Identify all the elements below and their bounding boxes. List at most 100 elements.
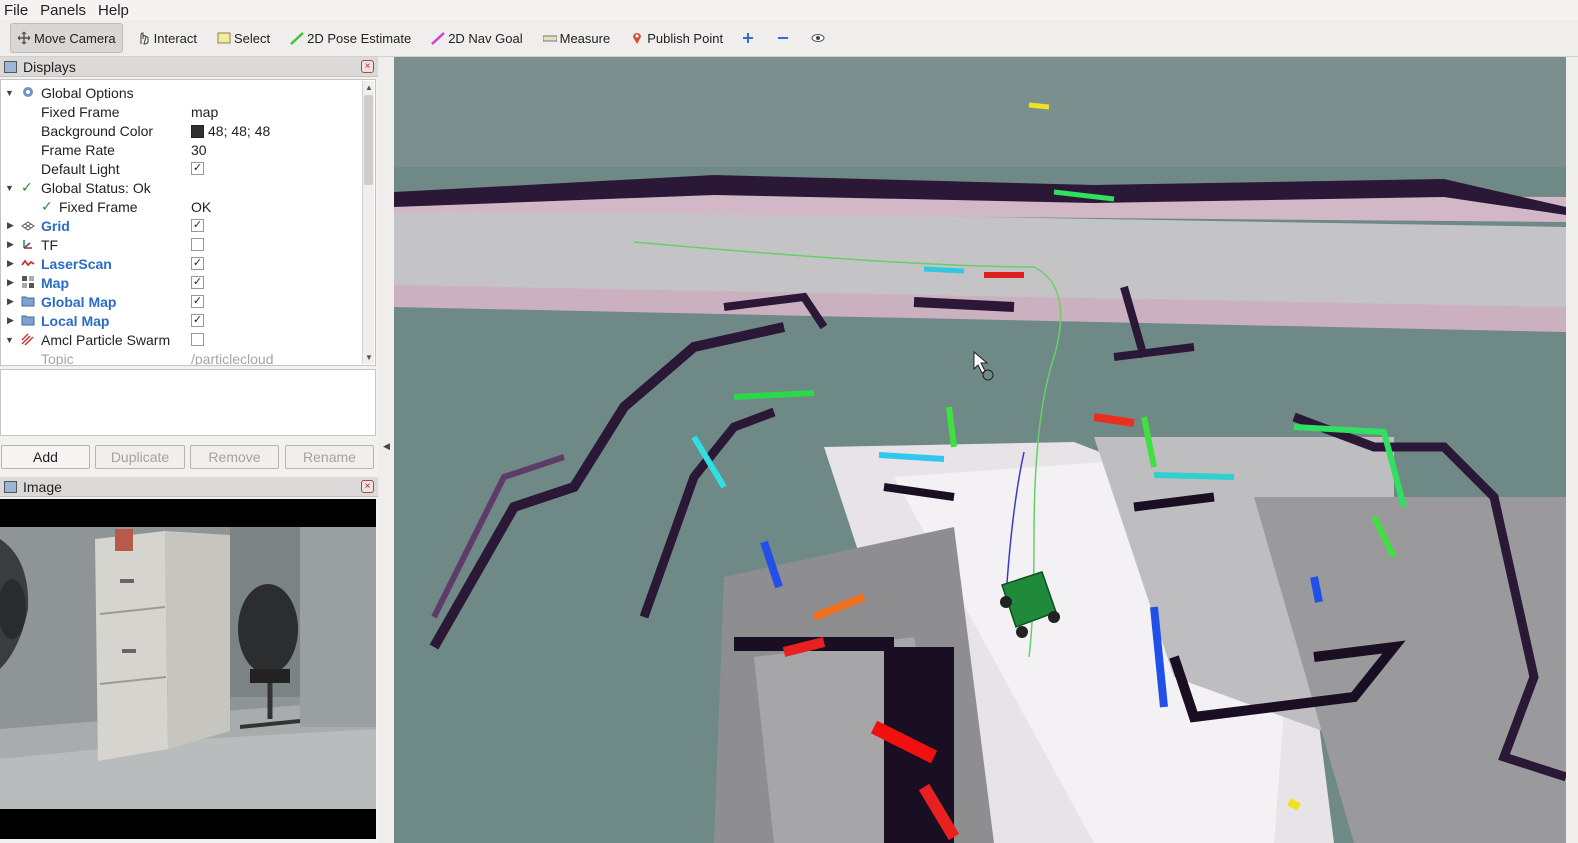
expand-arrow-icon[interactable]: ▼: [5, 183, 15, 193]
background-color-value[interactable]: 48; 48; 48: [191, 123, 270, 139]
gear-icon: [21, 85, 35, 99]
tree-row-topic[interactable]: Topic /particlecloud: [1, 349, 363, 366]
plus-icon: [741, 31, 755, 45]
tree-label: Amcl Particle Swarm: [41, 331, 171, 348]
grid-checkbox[interactable]: ✓: [191, 219, 204, 232]
frame-rate-value[interactable]: 30: [191, 142, 207, 158]
tree-scrollbar[interactable]: ▲ ▼: [362, 81, 374, 364]
close-icon[interactable]: ×: [361, 60, 374, 73]
camera-image: [0, 499, 376, 839]
tree-row-frame-rate[interactable]: Frame Rate 30: [1, 140, 363, 159]
menu-panels[interactable]: Panels: [40, 2, 86, 19]
default-light-checkbox[interactable]: ✓: [191, 162, 204, 175]
amcl-checkbox[interactable]: [191, 333, 204, 346]
fixed-frame-value[interactable]: map: [191, 104, 218, 120]
menu-help[interactable]: Help: [98, 2, 129, 19]
tree-row-amcl-particle-swarm[interactable]: ▼ Amcl Particle Swarm: [1, 330, 363, 349]
tree-row-local-map[interactable]: ▶ Local Map ✓: [1, 311, 363, 330]
image-panel: Image ×: [0, 477, 378, 843]
tree-row-grid[interactable]: ▶ Grid ✓: [1, 216, 363, 235]
select-button[interactable]: Select: [211, 23, 276, 53]
tree-row-global-map[interactable]: ▶ Global Map ✓: [1, 292, 363, 311]
view-tool-button[interactable]: [807, 23, 832, 53]
tree-label: Grid: [41, 217, 70, 234]
collapse-arrow-icon[interactable]: ▶: [7, 239, 17, 250]
tree-row-background-color[interactable]: Background Color 48; 48; 48: [1, 121, 363, 140]
move-camera-button[interactable]: Move Camera: [10, 23, 123, 53]
axes-icon: [21, 237, 35, 251]
2d-pose-estimate-button[interactable]: 2D Pose Estimate: [284, 23, 417, 53]
global-map-checkbox[interactable]: ✓: [191, 295, 204, 308]
toolbar: Move Camera Interact Select 2D Pose Esti…: [0, 20, 1578, 57]
move-camera-label: Move Camera: [34, 30, 116, 46]
remove-button[interactable]: Remove: [190, 445, 279, 469]
tree-label: Background Color: [41, 122, 154, 139]
laser-icon: [21, 256, 35, 270]
tree-label: TF: [41, 236, 59, 253]
tf-checkbox[interactable]: [191, 238, 204, 251]
tree-row-global-options[interactable]: ▼ Global Options: [1, 83, 363, 102]
add-tool-button[interactable]: [737, 23, 762, 53]
ruler-icon: [542, 31, 558, 45]
grid-icon: [21, 219, 35, 233]
tree-label: Fixed Frame: [41, 103, 120, 120]
map-checkbox[interactable]: ✓: [191, 276, 204, 289]
tree-label: Frame Rate: [41, 141, 115, 158]
measure-label: Measure: [559, 30, 611, 46]
image-icon: [4, 480, 17, 493]
interact-label: Interact: [153, 30, 197, 46]
publish-point-button[interactable]: Publish Point: [624, 23, 729, 53]
select-icon: [217, 31, 231, 45]
2d-nav-goal-button[interactable]: 2D Nav Goal: [425, 23, 528, 53]
measure-button[interactable]: Measure: [537, 23, 617, 53]
local-map-checkbox[interactable]: ✓: [191, 314, 204, 327]
close-icon[interactable]: ×: [361, 480, 374, 493]
scroll-down-icon[interactable]: ▼: [363, 353, 375, 362]
interact-icon: [137, 31, 151, 45]
remove-tool-button[interactable]: [772, 23, 797, 53]
publish-point-label: Publish Point: [647, 30, 724, 46]
select-label: Select: [234, 30, 271, 46]
rename-button[interactable]: Rename: [285, 445, 374, 469]
expand-arrow-icon[interactable]: ▼: [5, 335, 15, 345]
tree-label: Global Map: [41, 293, 117, 310]
collapse-arrow-icon[interactable]: ▶: [7, 315, 17, 326]
tree-row-status-fixed-frame[interactable]: ✓ Fixed Frame OK: [1, 197, 363, 216]
tree-label: Default Light: [41, 160, 120, 177]
tree-row-tf[interactable]: ▶ TF: [1, 235, 363, 254]
map-icon: [21, 275, 35, 289]
displays-title-bar: Displays ×: [0, 57, 378, 77]
add-button[interactable]: Add: [1, 445, 90, 469]
collapse-left-icon[interactable]: ◀: [383, 441, 390, 452]
laserscan-checkbox[interactable]: ✓: [191, 257, 204, 270]
collapse-arrow-icon[interactable]: ▶: [7, 277, 17, 288]
topic-value[interactable]: /particlecloud: [191, 351, 274, 366]
tree-label: LaserScan: [41, 255, 112, 272]
scroll-up-icon[interactable]: ▲: [363, 83, 375, 92]
tree-label: Global Status: Ok: [41, 179, 151, 196]
right-dock-edge: [1566, 57, 1578, 843]
tree-row-laserscan[interactable]: ▶ LaserScan ✓: [1, 254, 363, 273]
panel-splitter[interactable]: ◀: [378, 57, 394, 843]
tree-label: Local Map: [41, 312, 110, 329]
duplicate-button[interactable]: Duplicate: [95, 445, 185, 469]
displays-tree[interactable]: ▼ Global Options Fixed Frame map Backgro…: [0, 79, 376, 366]
tree-row-global-status[interactable]: ▼ ✓ Global Status: Ok: [1, 178, 363, 197]
tree-row-map[interactable]: ▶ Map ✓: [1, 273, 363, 292]
map-pin-icon: [630, 31, 644, 45]
tree-row-fixed-frame[interactable]: Fixed Frame map: [1, 102, 363, 121]
3d-render-viewport[interactable]: [394, 57, 1566, 843]
menu-file[interactable]: File: [4, 2, 28, 19]
tree-label: Topic: [41, 350, 74, 366]
collapse-arrow-icon[interactable]: ▶: [7, 296, 17, 307]
menubar: File Panels Help: [0, 0, 1578, 20]
collapse-arrow-icon[interactable]: ▶: [7, 258, 17, 269]
image-title-bar: Image ×: [0, 477, 378, 497]
collapse-arrow-icon[interactable]: ▶: [7, 220, 17, 231]
tree-row-default-light[interactable]: Default Light ✓: [1, 159, 363, 178]
scrollbar-thumb[interactable]: [364, 95, 373, 185]
minus-icon: [776, 31, 790, 45]
expand-arrow-icon[interactable]: ▼: [5, 88, 15, 98]
interact-button[interactable]: Interact: [131, 23, 203, 53]
nav-goal-label: 2D Nav Goal: [448, 30, 523, 46]
